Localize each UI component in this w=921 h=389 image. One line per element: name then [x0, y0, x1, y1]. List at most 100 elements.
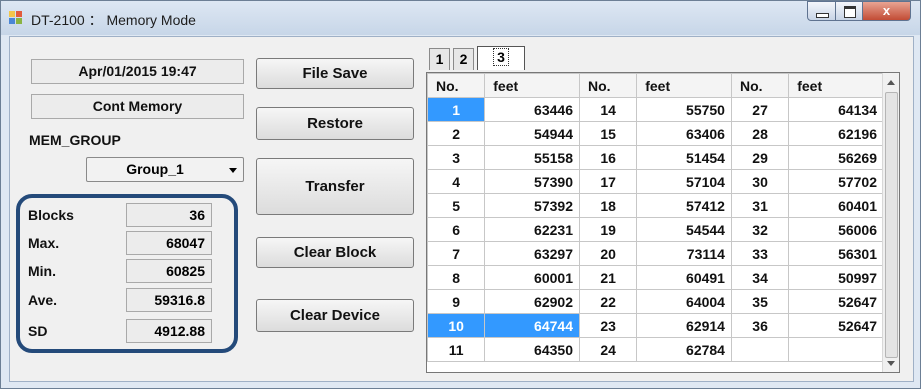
cell-no[interactable]: 14 [578, 97, 638, 122]
cell-no[interactable]: 36 [730, 313, 790, 338]
cell-feet[interactable]: 62902 [484, 289, 580, 314]
cell-feet[interactable]: 64744 [484, 313, 580, 338]
maximize-button[interactable] [835, 1, 863, 21]
cell-feet[interactable]: 62914 [636, 313, 732, 338]
file-save-button[interactable]: File Save [256, 58, 414, 89]
cell-no[interactable]: 32 [730, 217, 790, 242]
cell-feet[interactable]: 57390 [484, 169, 580, 194]
cell-feet[interactable]: 60001 [484, 265, 580, 290]
cell-feet[interactable]: 51454 [636, 145, 732, 170]
table-row[interactable]: 9 62902 22 64004 35 52647 [427, 289, 884, 314]
cell-no[interactable]: 34 [730, 265, 790, 290]
col-header-feet[interactable]: feet [484, 73, 580, 98]
cell-feet[interactable]: 56006 [788, 217, 884, 242]
cell-feet[interactable]: 63446 [484, 97, 580, 122]
cell-no[interactable]: 5 [427, 193, 486, 218]
cell-feet[interactable]: 52647 [788, 289, 884, 314]
cell-feet[interactable]: 50997 [788, 265, 884, 290]
cell-feet[interactable]: 55750 [636, 97, 732, 122]
cell-feet[interactable]: 62196 [788, 121, 884, 146]
table-row[interactable]: 1 63446 14 55750 27 64134 [427, 97, 884, 122]
cell-no[interactable]: 24 [578, 337, 638, 362]
cell-feet[interactable]: 54944 [484, 121, 580, 146]
cell-feet[interactable]: 57412 [636, 193, 732, 218]
cell-no[interactable]: 23 [578, 313, 638, 338]
cell-no[interactable]: 1 [427, 97, 486, 122]
group-select[interactable]: Group_1 [86, 157, 244, 182]
cell-feet[interactable]: 63406 [636, 121, 732, 146]
cell-no[interactable]: 19 [578, 217, 638, 242]
cell-no[interactable]: 16 [578, 145, 638, 170]
cell-feet[interactable]: 54544 [636, 217, 732, 242]
cell-no[interactable]: 3 [427, 145, 486, 170]
cell-no[interactable]: 7 [427, 241, 486, 266]
cell-no[interactable]: 11 [427, 337, 486, 362]
clear-block-button[interactable]: Clear Block [256, 237, 414, 268]
col-header-no[interactable]: No. [578, 73, 638, 98]
cell-no[interactable]: 18 [578, 193, 638, 218]
table-row[interactable]: 4 57390 17 57104 30 57702 [427, 169, 884, 194]
tab-2[interactable]: 2 [453, 48, 474, 70]
col-header-feet[interactable]: feet [636, 73, 732, 98]
title-bar[interactable]: DT-2100 ： Memory Mode x [1, 1, 920, 35]
cell-feet[interactable]: 56301 [788, 241, 884, 266]
cell-no[interactable]: 4 [427, 169, 486, 194]
table-row[interactable]: 11 64350 24 62784 [427, 337, 884, 362]
scroll-up-icon[interactable] [887, 80, 895, 85]
cell-feet[interactable]: 60401 [788, 193, 884, 218]
cell-feet[interactable]: 63297 [484, 241, 580, 266]
cell-no[interactable] [730, 337, 790, 362]
cell-no[interactable]: 30 [730, 169, 790, 194]
close-button[interactable]: x [862, 1, 911, 21]
cell-feet[interactable]: 64004 [636, 289, 732, 314]
cell-feet[interactable]: 73114 [636, 241, 732, 266]
cell-no[interactable]: 20 [578, 241, 638, 266]
cell-feet[interactable]: 64134 [788, 97, 884, 122]
tab-1[interactable]: 1 [429, 48, 450, 70]
col-header-no[interactable]: No. [427, 73, 486, 98]
table-row[interactable]: 6 62231 19 54544 32 56006 [427, 217, 884, 242]
cell-no[interactable]: 33 [730, 241, 790, 266]
cell-feet[interactable]: 56269 [788, 145, 884, 170]
cell-no[interactable]: 27 [730, 97, 790, 122]
table-row[interactable]: 8 60001 21 60491 34 50997 [427, 265, 884, 290]
memory-table[interactable]: No. feet No. feet No. feet 1 63446 14 55750… [426, 72, 900, 373]
table-row[interactable]: 2 54944 15 63406 28 62196 [427, 121, 884, 146]
cell-feet[interactable]: 57104 [636, 169, 732, 194]
table-row[interactable]: 10 64744 23 62914 36 52647 [427, 313, 884, 338]
cell-no[interactable]: 22 [578, 289, 638, 314]
clear-device-button[interactable]: Clear Device [256, 299, 414, 332]
cell-feet[interactable]: 57702 [788, 169, 884, 194]
cell-feet[interactable]: 60491 [636, 265, 732, 290]
cell-no[interactable]: 28 [730, 121, 790, 146]
cell-no[interactable]: 10 [427, 313, 486, 338]
cell-no[interactable]: 2 [427, 121, 486, 146]
cell-feet[interactable]: 55158 [484, 145, 580, 170]
col-header-feet[interactable]: feet [788, 73, 884, 98]
table-row[interactable]: 3 55158 16 51454 29 56269 [427, 145, 884, 170]
cell-no[interactable]: 9 [427, 289, 486, 314]
cell-feet[interactable]: 62784 [636, 337, 732, 362]
cell-no[interactable]: 21 [578, 265, 638, 290]
cell-feet[interactable]: 57392 [484, 193, 580, 218]
tab-3[interactable]: 3 [477, 46, 525, 70]
cell-no[interactable]: 35 [730, 289, 790, 314]
table-row[interactable]: 5 57392 18 57412 31 60401 [427, 193, 884, 218]
restore-button[interactable]: Restore [256, 107, 414, 140]
transfer-button[interactable]: Transfer [256, 158, 414, 215]
col-header-no[interactable]: No. [730, 73, 790, 98]
minimize-button[interactable] [807, 1, 836, 21]
cell-no[interactable]: 15 [578, 121, 638, 146]
table-row[interactable]: 7 63297 20 73114 33 56301 [427, 241, 884, 266]
cell-feet[interactable] [788, 337, 884, 362]
cell-no[interactable]: 8 [427, 265, 486, 290]
cell-no[interactable]: 29 [730, 145, 790, 170]
cell-feet[interactable]: 62231 [484, 217, 580, 242]
vertical-scrollbar[interactable] [882, 73, 899, 372]
scroll-down-icon[interactable] [887, 361, 895, 366]
scroll-thumb[interactable] [885, 92, 898, 358]
cell-feet[interactable]: 64350 [484, 337, 580, 362]
cell-no[interactable]: 6 [427, 217, 486, 242]
cell-feet[interactable]: 52647 [788, 313, 884, 338]
cell-no[interactable]: 17 [578, 169, 638, 194]
